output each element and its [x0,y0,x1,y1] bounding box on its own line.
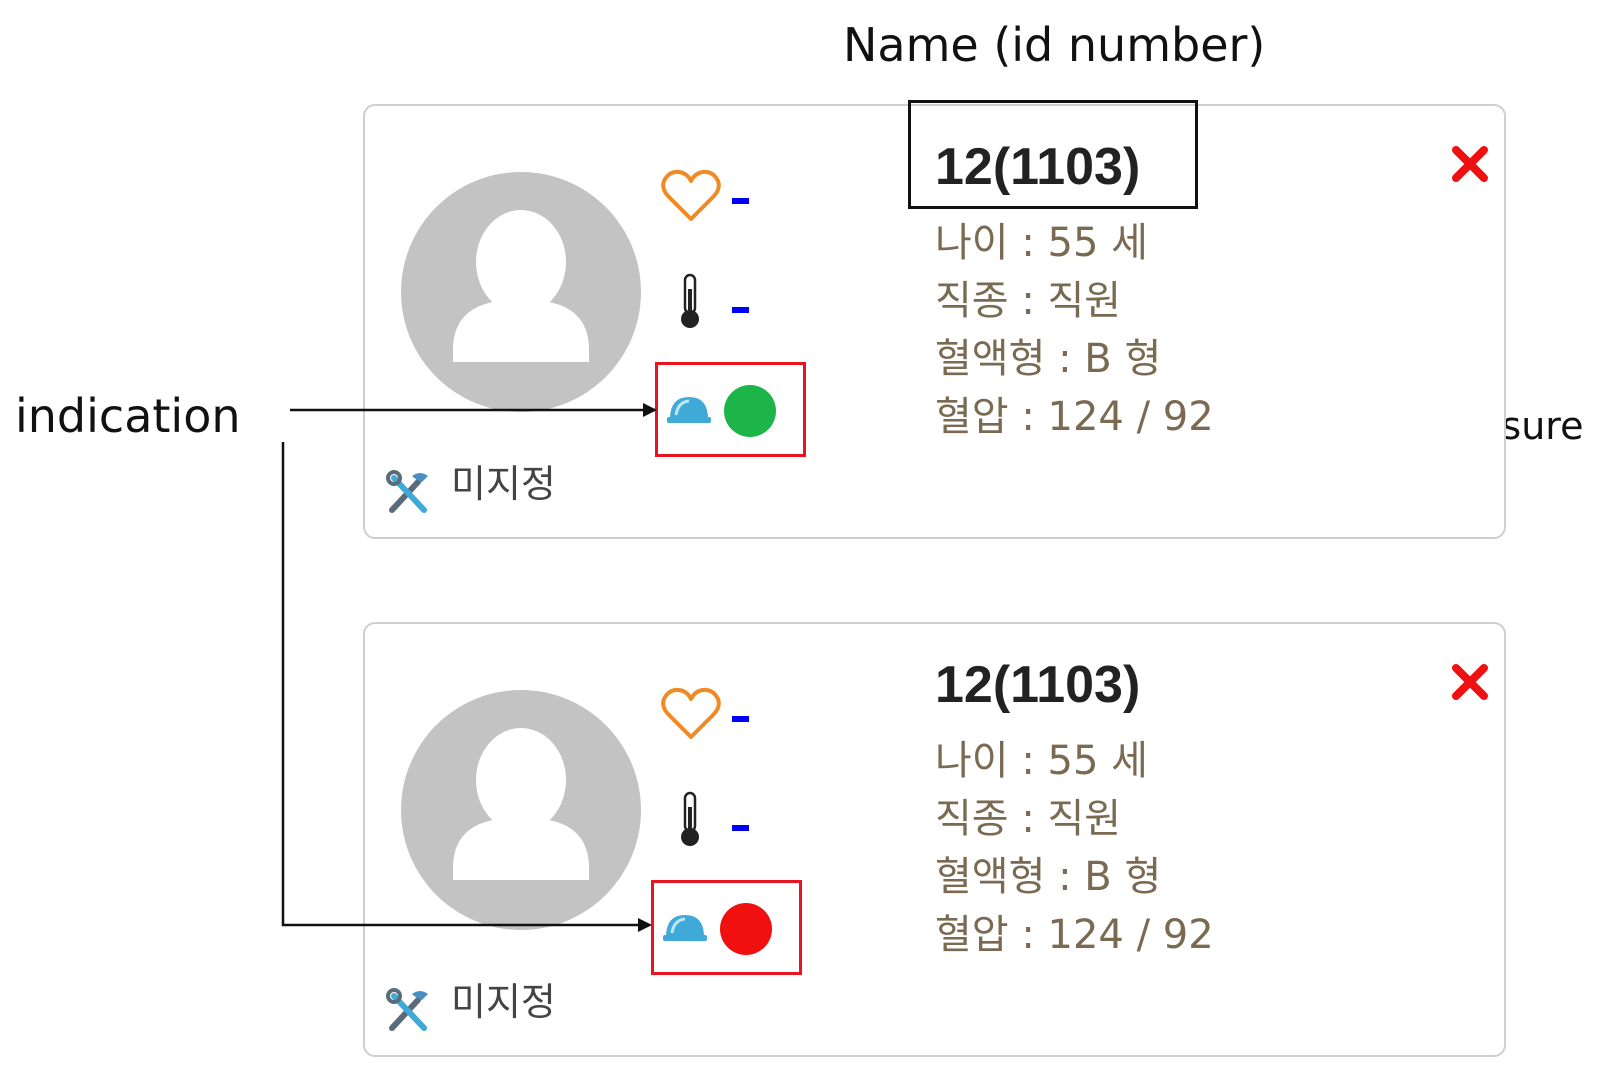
indication-connector-arrows [281,403,657,932]
connector-arrow-bottom [281,442,652,932]
